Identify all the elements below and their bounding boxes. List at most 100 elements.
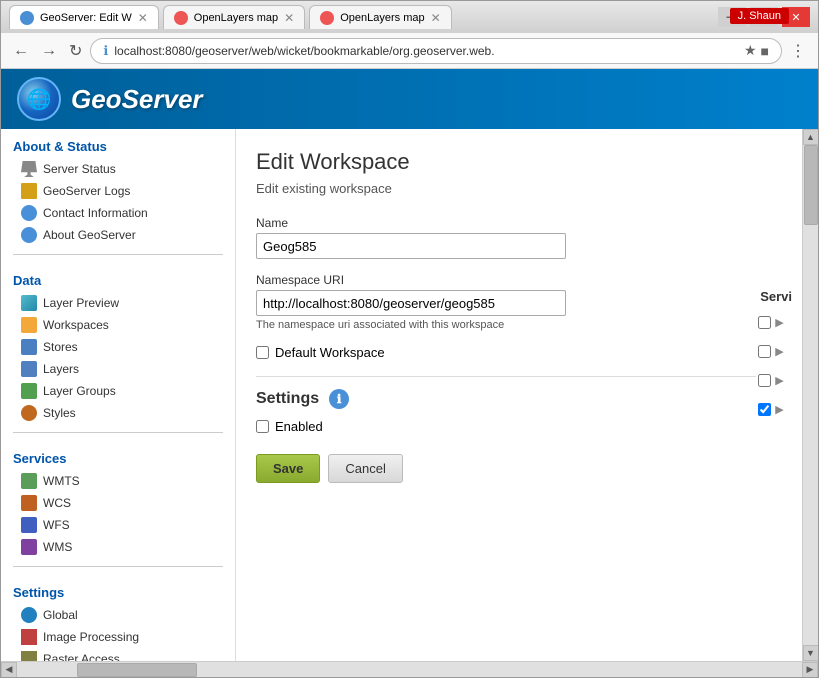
geoserver-logo[interactable]: 🌐 GeoServer xyxy=(17,77,203,121)
tab-favicon-3 xyxy=(320,11,334,25)
user-name: J. Shaun xyxy=(738,10,781,22)
sidebar-item-wcs[interactable]: WCS xyxy=(1,492,235,514)
scroll-track[interactable] xyxy=(803,145,819,645)
monitor-icon xyxy=(21,161,37,177)
hscroll-left-arrow[interactable]: ◀ xyxy=(1,662,17,678)
tab-close-btn-2[interactable]: ✕ xyxy=(284,11,294,25)
sidebar-item-workspaces[interactable]: Workspaces xyxy=(1,314,235,336)
geoserver-header: 🌐 GeoServer xyxy=(1,69,818,129)
sidebar-item-layer-preview[interactable]: Layer Preview xyxy=(1,292,235,314)
page-content: 🌐 GeoServer About & Status Server Status xyxy=(1,69,818,677)
cancel-button[interactable]: Cancel xyxy=(328,454,402,483)
global-icon xyxy=(21,607,37,623)
title-bar: GeoServer: Edit W ✕ OpenLayers map ✕ Ope… xyxy=(1,1,818,33)
right-scrollbar[interactable]: ▲ ▼ xyxy=(802,129,818,661)
page-subtitle: Edit existing workspace xyxy=(256,181,782,196)
sidebar-item-contact[interactable]: Contact Information xyxy=(1,202,235,224)
layers-icon xyxy=(21,361,37,377)
sidebar-label-wcs: WCS xyxy=(43,496,71,510)
section-services: Services xyxy=(1,441,235,470)
default-workspace-row: Default Workspace xyxy=(256,345,756,360)
sidebar-item-raster-access[interactable]: Raster Access xyxy=(1,648,235,661)
sidebar-item-image-processing[interactable]: Image Processing xyxy=(1,626,235,648)
sidebar-label-layer-groups: Layer Groups xyxy=(43,384,116,398)
service-row-2: ▶ xyxy=(758,345,792,358)
sidebar-item-logs[interactable]: GeoServer Logs xyxy=(1,180,235,202)
forward-button[interactable]: → xyxy=(37,38,61,64)
settings-info-icon[interactable]: ℹ xyxy=(329,389,349,409)
address-bar[interactable]: ℹ localhost:8080/geoserver/web/wicket/bo… xyxy=(90,38,782,64)
styles-icon xyxy=(21,405,37,421)
tab-label-3: OpenLayers map xyxy=(340,12,424,24)
service-icon-2: ▶ xyxy=(775,345,783,358)
section-settings: Settings xyxy=(1,575,235,604)
namespace-uri-input[interactable] xyxy=(256,290,566,316)
enabled-checkbox[interactable] xyxy=(256,420,269,433)
sidebar-label-wfs: WFS xyxy=(43,518,70,532)
sidebar-label-server-status: Server Status xyxy=(43,162,116,176)
tab-openlayers-1[interactable]: OpenLayers map ✕ xyxy=(163,5,305,29)
tab-geoserver-edit[interactable]: GeoServer: Edit W ✕ xyxy=(9,5,159,29)
tab-close-btn-3[interactable]: ✕ xyxy=(431,11,441,25)
save-button[interactable]: Save xyxy=(256,454,320,483)
settings-section-header: Settings ℹ xyxy=(256,376,756,409)
sidebar-item-wms[interactable]: WMS xyxy=(1,536,235,558)
section-about-status: About & Status xyxy=(1,129,235,158)
tab-close-btn[interactable]: ✕ xyxy=(138,11,148,25)
section-data: Data xyxy=(1,263,235,292)
nav-bar: ← → ↻ ℹ localhost:8080/geoserver/web/wic… xyxy=(1,33,818,69)
hscroll-thumb[interactable] xyxy=(77,663,197,677)
sidebar-item-wmts[interactable]: WMTS xyxy=(1,470,235,492)
name-input[interactable] xyxy=(256,233,566,259)
imgproc-icon xyxy=(21,629,37,645)
sidebar-label-styles: Styles xyxy=(43,406,76,420)
layer-groups-icon xyxy=(21,383,37,399)
service-checkbox-4[interactable] xyxy=(758,403,771,416)
divider-3 xyxy=(13,566,223,567)
enabled-label: Enabled xyxy=(275,419,323,434)
main-content: Edit Workspace Edit existing workspace N… xyxy=(236,129,802,661)
star-icon[interactable]: ★ xyxy=(744,42,757,59)
tab-favicon xyxy=(20,11,34,25)
wfs-icon xyxy=(21,517,37,533)
default-workspace-checkbox[interactable] xyxy=(256,346,269,359)
service-row-3: ▶ xyxy=(758,374,792,387)
service-checkbox-1[interactable] xyxy=(758,316,771,329)
services-col-header: Servi xyxy=(758,289,792,304)
hscroll-right-arrow[interactable]: ▶ xyxy=(802,662,818,678)
sidebar-label-global: Global xyxy=(43,608,78,622)
divider-1 xyxy=(13,254,223,255)
sidebar-label-wms: WMS xyxy=(43,540,72,554)
sidebar-label-image-processing: Image Processing xyxy=(43,630,139,644)
bottom-scrollbar[interactable]: ◀ ▶ xyxy=(1,661,818,677)
sidebar-item-server-status[interactable]: Server Status xyxy=(1,158,235,180)
service-checkbox-3[interactable] xyxy=(758,374,771,387)
sidebar-item-wfs[interactable]: WFS xyxy=(1,514,235,536)
page-title: Edit Workspace xyxy=(256,149,782,175)
back-button[interactable]: ← xyxy=(9,38,33,64)
sidebar-item-global[interactable]: Global xyxy=(1,604,235,626)
service-checkbox-2[interactable] xyxy=(758,345,771,358)
tab-label-2: OpenLayers map xyxy=(194,12,278,24)
service-row-4: ▶ xyxy=(758,403,792,416)
layer-preview-icon xyxy=(21,295,37,311)
sidebar-item-styles[interactable]: Styles xyxy=(1,402,235,424)
service-row-1: ▶ xyxy=(758,316,792,329)
sidebar-label-about: About GeoServer xyxy=(43,228,136,242)
tab-openlayers-2[interactable]: OpenLayers map ✕ xyxy=(309,5,451,29)
reload-button[interactable]: ↻ xyxy=(65,37,86,65)
sidebar-item-stores[interactable]: Stores xyxy=(1,336,235,358)
sidebar-item-layers[interactable]: Layers xyxy=(1,358,235,380)
sidebar-item-about[interactable]: About GeoServer xyxy=(1,224,235,246)
sidebar-item-layer-groups[interactable]: Layer Groups xyxy=(1,380,235,402)
sidebar-label-contact: Contact Information xyxy=(43,206,148,220)
hscroll-track[interactable] xyxy=(17,662,802,678)
menu-button[interactable]: ⋮ xyxy=(786,37,810,65)
enabled-row: Enabled xyxy=(256,419,756,434)
wmts-icon xyxy=(21,473,37,489)
sidebar-label-raster-access: Raster Access xyxy=(43,652,120,661)
scroll-up-arrow[interactable]: ▲ xyxy=(803,129,819,145)
scroll-down-arrow[interactable]: ▼ xyxy=(803,645,819,661)
sidebar-label-layer-preview: Layer Preview xyxy=(43,296,119,310)
scroll-thumb[interactable] xyxy=(804,145,818,225)
